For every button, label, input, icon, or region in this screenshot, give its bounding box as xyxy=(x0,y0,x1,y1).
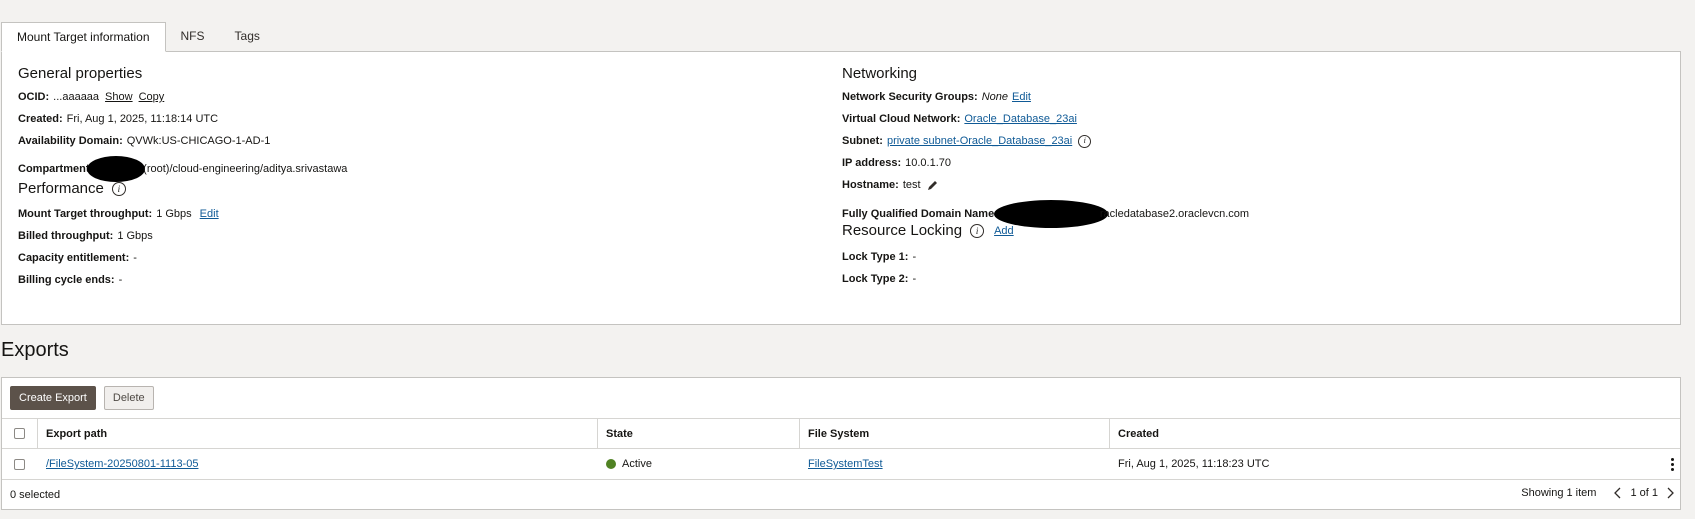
hostname-value: test xyxy=(902,179,921,191)
billed-throughput-row: Billed throughput: 1 Gbps xyxy=(18,229,153,243)
ip-address-label: IP address: xyxy=(842,157,902,169)
pagination: Showing 1 item 1 of 1 xyxy=(1521,487,1674,499)
availability-domain-label: Availability Domain: xyxy=(18,135,123,147)
vcn-link[interactable]: Oracle_Database_23ai xyxy=(964,112,1077,126)
column-header-created[interactable]: Created xyxy=(1110,419,1680,448)
tab-nfs[interactable]: NFS xyxy=(166,22,220,52)
created-label: Created: xyxy=(18,113,63,125)
exports-table-panel: Create Export Delete Export path State F… xyxy=(1,377,1681,510)
nsg-edit-link[interactable]: Edit xyxy=(1012,90,1031,104)
select-all-checkbox[interactable] xyxy=(14,428,25,439)
export-path-link[interactable]: /FileSystem-20250801-1113-05 xyxy=(46,458,198,470)
column-header-state[interactable]: State xyxy=(598,419,800,448)
showing-count: Showing 1 item xyxy=(1521,487,1597,499)
created-value: Fri, Aug 1, 2025, 11:18:23 UTC xyxy=(1118,458,1270,470)
created-cell: Fri, Aug 1, 2025, 11:18:23 UTC xyxy=(1110,449,1650,479)
subnet-row: Subnet: private subnet-Oracle_Database_2… xyxy=(842,134,1092,148)
hostname-label: Hostname: xyxy=(842,179,899,191)
capacity-row: Capacity entitlement: - xyxy=(18,251,137,265)
subnet-link[interactable]: private subnet-Oracle_Database_23ai xyxy=(887,134,1072,148)
lock-type-1-row: Lock Type 1: - xyxy=(842,250,916,264)
column-header-file-system[interactable]: File System xyxy=(800,419,1110,448)
nsg-label: Network Security Groups: xyxy=(842,91,978,103)
nsg-value: None xyxy=(981,91,1008,103)
file-system-link[interactable]: FileSystemTest xyxy=(808,458,883,470)
table-row: /FileSystem-20250801-1113-05 Active File… xyxy=(2,449,1680,480)
lock-type-2-value: - xyxy=(912,273,917,285)
exports-title: Exports xyxy=(1,339,69,361)
billing-cycle-label: Billing cycle ends: xyxy=(18,274,115,286)
throughput-edit-link[interactable]: Edit xyxy=(200,207,219,221)
state-value: Active xyxy=(622,458,652,470)
throughput-label: Mount Target throughput: xyxy=(18,208,153,220)
vcn-row: Virtual Cloud Network: Oracle_Database_2… xyxy=(842,112,1077,126)
billing-cycle-row: Billing cycle ends: - xyxy=(18,273,122,287)
compartment-row: Compartment: (root)/cloud-engineering/ad… xyxy=(18,156,347,182)
column-header-export-path[interactable]: Export path xyxy=(38,419,598,448)
row-select-cell xyxy=(2,449,38,479)
created-value: Fri, Aug 1, 2025, 11:18:14 UTC xyxy=(66,113,219,125)
compartment-value: (root)/cloud-engineering/aditya.srivasta… xyxy=(143,163,348,175)
row-actions-kebab-icon[interactable] xyxy=(1671,458,1674,471)
billing-cycle-value: - xyxy=(118,274,123,286)
page-indicator: 1 of 1 xyxy=(1630,487,1658,499)
subnet-label: Subnet: xyxy=(842,135,883,147)
create-export-button[interactable]: Create Export xyxy=(10,386,96,410)
nsg-row: Network Security Groups: None Edit xyxy=(842,90,1031,104)
capacity-label: Capacity entitlement: xyxy=(18,252,130,264)
delete-button[interactable]: Delete xyxy=(103,386,154,410)
tab-tags[interactable]: Tags xyxy=(220,22,275,52)
ocid-copy-link[interactable]: Copy xyxy=(139,90,165,104)
state-cell: Active xyxy=(598,449,800,479)
info-icon[interactable]: i xyxy=(111,181,126,196)
file-system-cell: FileSystemTest xyxy=(800,449,1110,479)
tab-bar: Mount Target information NFS Tags xyxy=(1,22,275,52)
networking-title: Networking xyxy=(842,65,918,82)
resource-locking-title: Resource Locking i Add xyxy=(842,222,1014,239)
chevron-left-icon[interactable] xyxy=(1614,487,1622,499)
selected-count: 0 selected xyxy=(10,489,61,501)
info-icon[interactable]: i xyxy=(1078,134,1092,148)
table-footer: 0 selected Showing 1 item 1 of 1 xyxy=(2,480,1680,511)
redaction-mark xyxy=(87,156,146,182)
tab-mount-target-information[interactable]: Mount Target information xyxy=(1,22,166,52)
billed-throughput-label: Billed throughput: xyxy=(18,230,114,242)
compartment-label: Compartment: xyxy=(18,163,94,175)
hostname-row: Hostname: test xyxy=(842,178,939,192)
created-row: Created: Fri, Aug 1, 2025, 11:18:14 UTC xyxy=(18,112,218,126)
table-header: Export path State File System Created xyxy=(2,418,1680,449)
fqdn-value: racledatabase2.oraclevcn.com xyxy=(1099,208,1250,220)
export-path-cell: /FileSystem-20250801-1113-05 xyxy=(38,449,598,479)
lock-type-1-label: Lock Type 1: xyxy=(842,251,909,263)
throughput-value: 1 Gbps xyxy=(156,208,192,220)
row-checkbox[interactable] xyxy=(14,458,25,470)
ip-address-value: 10.0.1.70 xyxy=(905,157,951,169)
fqdn-label: Fully Qualified Domain Name: xyxy=(842,208,998,220)
ocid-label: OCID: xyxy=(18,91,50,103)
availability-domain-value: QVWk:US-CHICAGO-1-AD-1 xyxy=(126,135,271,147)
availability-domain-row: Availability Domain: QVWk:US-CHICAGO-1-A… xyxy=(18,134,270,148)
mount-target-info-panel: General properties OCID: ...aaaaaa Show … xyxy=(1,51,1681,325)
ip-address-row: IP address: 10.0.1.70 xyxy=(842,156,951,170)
ocid-value: ...aaaaaa xyxy=(53,91,100,103)
vcn-label: Virtual Cloud Network: xyxy=(842,113,961,125)
exports-toolbar: Create Export Delete xyxy=(10,386,154,410)
ocid-row: OCID: ...aaaaaa Show Copy xyxy=(18,90,164,104)
throughput-row: Mount Target throughput: 1 Gbps Edit xyxy=(18,207,219,221)
status-active-icon xyxy=(606,459,616,469)
add-lock-link[interactable]: Add xyxy=(994,225,1014,237)
capacity-value: - xyxy=(133,252,137,264)
ocid-show-link[interactable]: Show xyxy=(105,90,133,104)
lock-type-2-label: Lock Type 2: xyxy=(842,273,909,285)
lock-type-1-value: - xyxy=(912,251,917,263)
billed-throughput-value: 1 Gbps xyxy=(117,230,153,242)
lock-type-2-row: Lock Type 2: - xyxy=(842,272,916,286)
performance-title: Performance i xyxy=(18,180,126,197)
select-all-cell xyxy=(2,419,38,448)
general-properties-title: General properties xyxy=(18,65,143,82)
pencil-icon[interactable] xyxy=(927,179,939,191)
chevron-right-icon[interactable] xyxy=(1666,487,1674,499)
info-icon[interactable]: i xyxy=(970,223,985,238)
